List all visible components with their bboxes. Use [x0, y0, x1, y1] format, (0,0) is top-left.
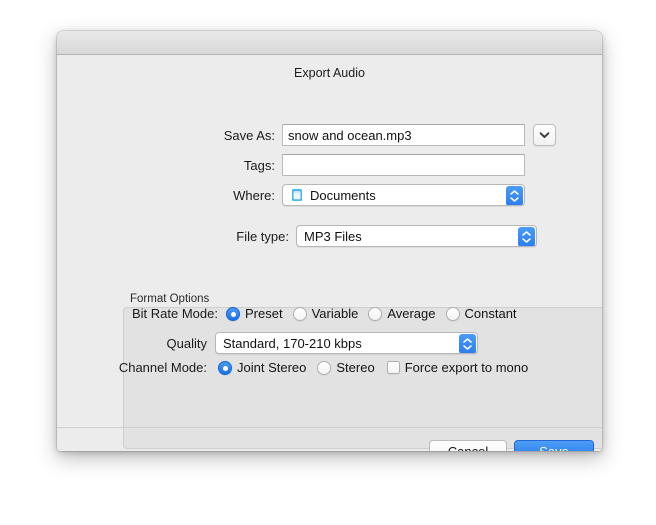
radio-channel-stereo[interactable]: Stereo [317, 360, 375, 375]
quality-popup-button[interactable]: Standard, 170-210 kbps [215, 332, 478, 354]
where-value: Documents [310, 187, 376, 203]
file-type-value: MP3 Files [304, 228, 362, 244]
radio-label: Joint Stereo [237, 360, 307, 375]
tags-label: Tags: [243, 157, 275, 173]
radio-label: Average [387, 306, 436, 321]
dialog-body: Export Audio Save As: snow and ocean.mp3… [57, 55, 602, 451]
where-row: Where: Documents [57, 184, 602, 206]
tags-row: Tags: [57, 154, 602, 176]
radio-bit-rate-average[interactable]: Average [368, 306, 436, 321]
footer-divider [57, 427, 602, 428]
window-titlebar[interactable] [57, 31, 602, 55]
where-popup-button[interactable]: Documents [282, 184, 525, 206]
chevron-up-down-icon[interactable] [506, 186, 523, 205]
radio-indicator [368, 306, 383, 321]
radio-label: Preset [245, 306, 283, 321]
quality-label: Quality [166, 335, 207, 351]
file-type-popup-button[interactable]: MP3 Files [296, 225, 537, 247]
where-popup-content: Documents [283, 188, 376, 203]
checkbox-indicator [386, 361, 400, 374]
chevron-up-down-icon[interactable] [518, 227, 535, 246]
radio-bit-rate-variable[interactable]: Variable [292, 306, 359, 321]
documents-folder-icon [290, 188, 304, 202]
radio-channel-joint-stereo[interactable]: Joint Stereo [218, 360, 306, 375]
format-options-label: Format Options [130, 293, 210, 305]
radio-bit-rate-constant[interactable]: Constant [445, 306, 517, 321]
save-as-label: Save As: [223, 127, 275, 143]
chevron-down-icon[interactable] [533, 124, 556, 146]
radio-indicator [226, 306, 240, 321]
chevron-up-down-icon[interactable] [459, 334, 476, 353]
save-as-row: Save As: snow and ocean.mp3 [57, 124, 602, 146]
radio-indicator [445, 306, 460, 321]
screen: Export Audio Save As: snow and ocean.mp3… [0, 0, 656, 525]
file-type-label: File type: [236, 228, 289, 244]
cancel-button[interactable]: Cancel [429, 440, 507, 451]
radio-indicator [218, 360, 232, 375]
bit-rate-mode-label: Bit Rate Mode: [132, 306, 218, 321]
export-audio-dialog: Export Audio Save As: snow and ocean.mp3… [57, 31, 602, 451]
where-label: Where: [233, 187, 275, 203]
bit-rate-mode-row: Bit Rate Mode: Preset Variable Average C… [57, 306, 602, 321]
radio-label: Constant [464, 306, 517, 321]
radio-label: Variable [311, 306, 359, 321]
channel-mode-row: Channel Mode: Joint Stereo Stereo Force … [57, 360, 602, 375]
quality-value: Standard, 170-210 kbps [223, 335, 362, 351]
checkbox-label: Force export to mono [404, 360, 529, 375]
quality-row: Quality Standard, 170-210 kbps [57, 332, 602, 354]
radio-indicator [292, 306, 307, 321]
page-title: Export Audio [294, 66, 365, 80]
save-as-input[interactable]: snow and ocean.mp3 [282, 124, 525, 146]
radio-label: Stereo [336, 360, 375, 375]
save-button[interactable]: Save [514, 440, 594, 451]
radio-indicator [317, 360, 332, 375]
radio-bit-rate-preset[interactable]: Preset [226, 306, 283, 321]
channel-mode-label: Channel Mode: [118, 360, 207, 375]
checkbox-force-export-to-mono[interactable]: Force export to mono [386, 360, 529, 375]
file-type-row: File type: MP3 Files [57, 225, 602, 247]
tags-input[interactable] [282, 154, 525, 176]
